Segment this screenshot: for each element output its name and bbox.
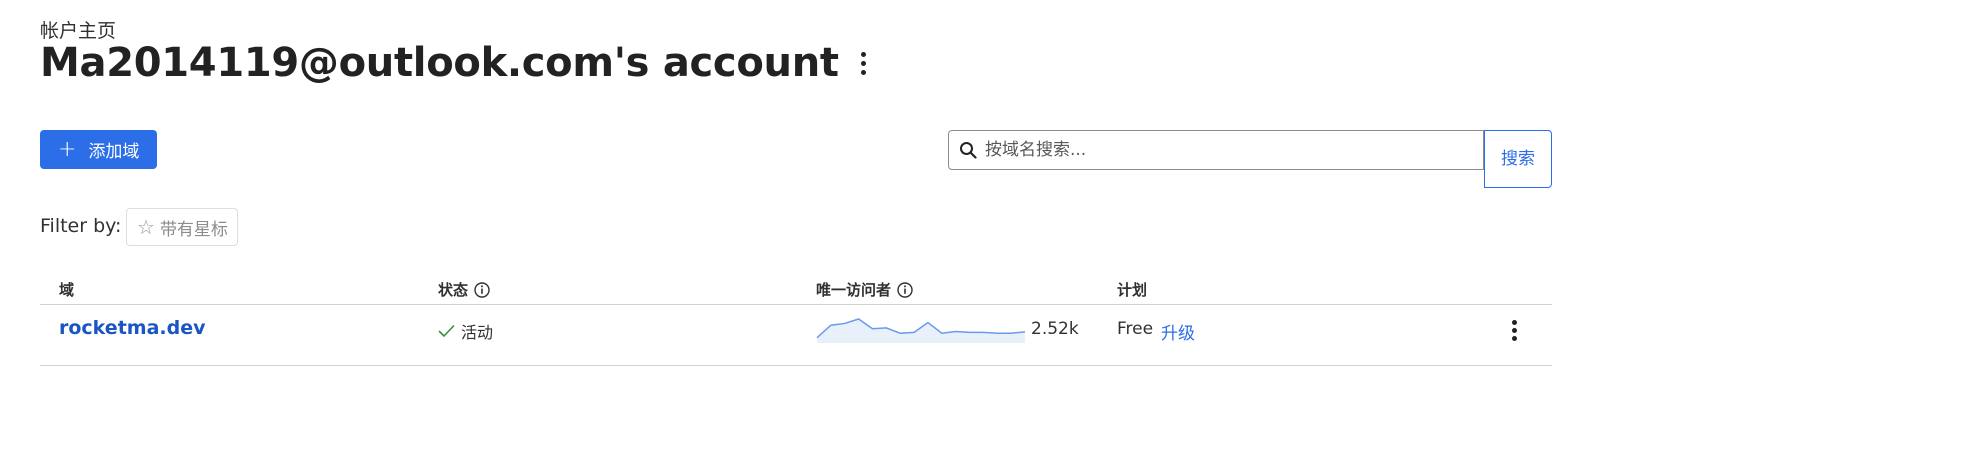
plan-name: Free <box>1117 319 1154 339</box>
account-menu-icon[interactable] <box>853 43 875 83</box>
starred-filter-label: 带有星标 <box>159 219 228 240</box>
add-domain-button[interactable]: + 添加域 <box>40 130 157 169</box>
search-input[interactable] <box>985 140 1465 160</box>
row-menu-icon[interactable] <box>1503 316 1525 344</box>
table-header-divider <box>40 304 1552 305</box>
column-header-domain: 域 <box>59 279 74 300</box>
search-button[interactable]: 搜索 <box>1484 130 1552 188</box>
column-header-domain-label: 域 <box>59 281 75 299</box>
column-header-visitors-label: 唯一访问者 <box>816 281 892 299</box>
checkmark-icon <box>438 325 455 337</box>
breadcrumb: 帐户主页 <box>40 20 117 42</box>
search-icon <box>960 142 977 159</box>
visitors-sparkline <box>816 318 1026 343</box>
column-header-visitors: 唯一访问者 <box>816 279 913 300</box>
column-header-plan-label: 计划 <box>1117 281 1148 299</box>
domain-link[interactable]: rocketma.dev <box>59 317 206 339</box>
title-row: Ma2014119@outlook.com's account <box>40 40 875 86</box>
status-label: 活动 <box>461 323 494 342</box>
star-icon: ☆ <box>137 215 155 239</box>
page-title: Ma2014119@outlook.com's account <box>40 40 839 86</box>
filter-label: Filter by: <box>40 215 122 237</box>
add-domain-label: 添加域 <box>88 142 140 162</box>
visitors-count: 2.52k <box>1031 319 1079 339</box>
info-icon[interactable] <box>474 281 490 298</box>
column-header-status-label: 状态 <box>438 281 469 299</box>
table-row-divider <box>40 365 1552 366</box>
search-box <box>948 130 1484 170</box>
status-cell: 活动 <box>438 319 493 343</box>
info-icon[interactable] <box>897 281 913 298</box>
column-header-plan: 计划 <box>1117 279 1147 300</box>
column-header-status: 状态 <box>438 279 490 300</box>
plus-icon: + <box>58 136 77 162</box>
upgrade-link[interactable]: 升级 <box>1161 319 1195 344</box>
starred-filter-button[interactable]: ☆ 带有星标 <box>126 208 238 246</box>
